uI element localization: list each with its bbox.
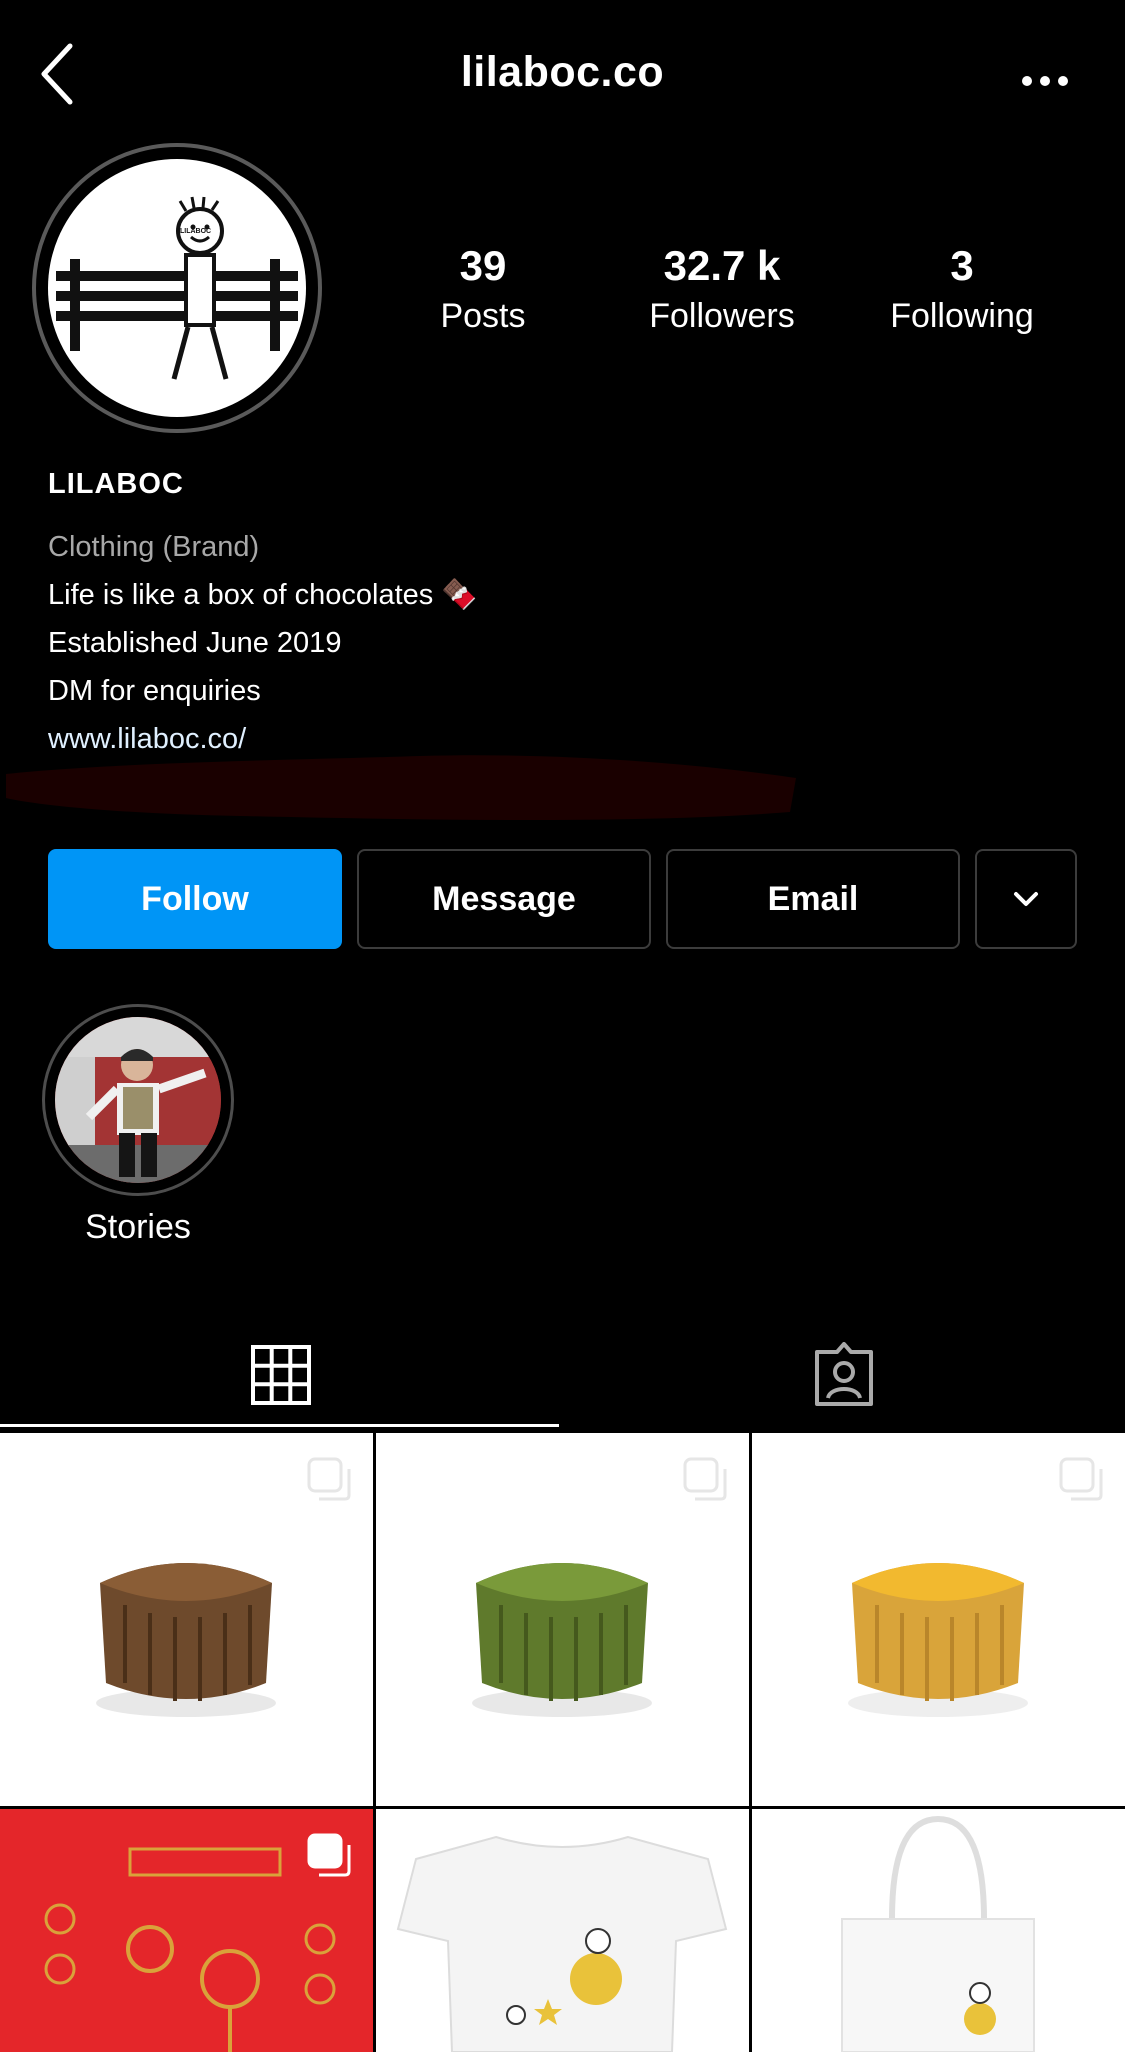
- brand-logo: [56, 196, 298, 380]
- post-thumbnail[interactable]: [0, 1809, 373, 2052]
- bio-line: DM for enquiries: [48, 675, 261, 707]
- grid-icon: [251, 1345, 311, 1405]
- message-button[interactable]: Message: [357, 849, 651, 949]
- more-horizontal-icon: [1022, 76, 1068, 86]
- bio: LILABOC Clothing (Brand) Life is like a …: [48, 468, 948, 763]
- post-thumbnail[interactable]: [0, 1433, 373, 1806]
- tab-posts-grid[interactable]: [0, 1320, 562, 1430]
- active-tab-indicator: [0, 1424, 559, 1427]
- stat-following[interactable]: 3 Following: [847, 240, 1077, 338]
- post-thumbnail[interactable]: [376, 1809, 749, 2052]
- more-options-button[interactable]: [1005, 56, 1085, 106]
- avatar[interactable]: [48, 159, 306, 417]
- post-thumbnail[interactable]: [376, 1433, 749, 1806]
- multiple-images-icon: [683, 1457, 727, 1501]
- bio-line: Established June 2019: [48, 627, 342, 659]
- highlight-cover-image: [55, 1017, 221, 1183]
- multiple-images-icon: [1059, 1457, 1103, 1501]
- post-thumbnail[interactable]: [752, 1809, 1125, 2052]
- avatar-logo-text: LILABOC: [180, 228, 212, 235]
- email-button[interactable]: Email: [666, 849, 960, 949]
- posts-label: Posts: [440, 297, 526, 335]
- tagged-person-icon: [815, 1342, 873, 1406]
- follow-button[interactable]: Follow: [48, 849, 342, 949]
- story-highlight[interactable]: Stories: [42, 1004, 234, 1247]
- following-count: 3: [950, 242, 974, 289]
- posts-count: 39: [459, 242, 507, 289]
- multiple-images-icon: [307, 1833, 351, 1877]
- profile-category: Clothing (Brand): [48, 531, 260, 563]
- post-thumbnail[interactable]: [752, 1433, 1125, 1806]
- tote-bag-image: [752, 1809, 1125, 2052]
- suggested-accounts-button[interactable]: [975, 849, 1077, 949]
- highlight-ring: [42, 1004, 234, 1196]
- stat-posts[interactable]: 39 Posts: [368, 240, 598, 338]
- stat-followers[interactable]: 32.7 k Followers: [607, 240, 837, 338]
- tab-tagged[interactable]: [563, 1320, 1125, 1430]
- tshirt-image: [376, 1809, 749, 2052]
- chevron-down-icon: [1014, 892, 1038, 906]
- multiple-images-icon: [307, 1457, 351, 1501]
- profile-name: LILABOC: [48, 468, 184, 500]
- followers-label: Followers: [649, 297, 795, 335]
- posts-grid: [0, 1433, 1125, 2052]
- following-label: Following: [890, 297, 1034, 335]
- highlight-label: Stories: [85, 1208, 191, 1246]
- redacted-scribble: [6, 755, 796, 820]
- bio-line: Life is like a box of chocolates 🍫: [48, 579, 478, 611]
- page-title: lilaboc.co: [460, 48, 665, 96]
- followers-count: 32.7 k: [663, 242, 781, 289]
